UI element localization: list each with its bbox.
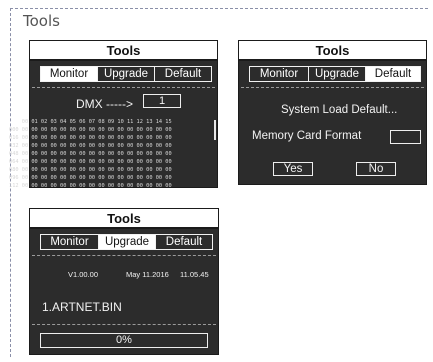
upgrade-panel: Tools Monitor Upgrade Default V1.00.00 M… [29, 208, 219, 355]
firmware-version: V1.00.00 [68, 270, 99, 279]
divider [241, 87, 424, 88]
divider [32, 324, 216, 325]
firmware-date: May 11.2016 [126, 270, 169, 279]
tab-monitor[interactable]: Monitor [250, 67, 309, 81]
tab-upgrade[interactable]: Upgrade [309, 67, 366, 81]
dmx-value-grid: 00 01 02 03 04 05 06 07 08 09 10 11 12 1… [9, 118, 172, 190]
grid-row: 032 00 00 00 00 00 00 00 00 00 00 00 00 … [9, 143, 172, 149]
panel-title: Tools [30, 209, 218, 229]
divider [32, 255, 216, 256]
upgrade-filename: 1.ARTNET.BIN [42, 300, 122, 314]
dmx-label: DMX -----> [76, 97, 133, 111]
tab-default[interactable]: Default [155, 67, 211, 81]
tab-bar: Monitor Upgrade Default [249, 66, 421, 82]
tab-monitor[interactable]: Monitor [41, 235, 99, 249]
tab-default[interactable]: Default [366, 67, 420, 81]
yes-button[interactable]: Yes [273, 162, 313, 176]
grid-header: 00 01 02 03 04 05 06 07 08 09 10 11 12 1… [9, 119, 172, 125]
tab-upgrade[interactable]: Upgrade [98, 67, 155, 81]
tab-bar: Monitor Upgrade Default [40, 66, 212, 82]
tab-default[interactable]: Default [156, 235, 212, 249]
grid-row: 064 00 00 00 00 00 00 00 00 00 00 00 00 … [9, 159, 172, 165]
divider [32, 87, 215, 88]
dmx-address-field[interactable]: 1 [143, 94, 181, 108]
tab-upgrade[interactable]: Upgrade [99, 235, 156, 249]
grid-row: 080 00 00 00 00 00 00 00 00 00 00 00 00 … [9, 167, 172, 173]
firmware-time: 11.05.45 [180, 270, 209, 279]
memory-card-field[interactable] [390, 130, 421, 144]
progress-label: 0% [116, 334, 132, 346]
load-default-message: System Load Default... [281, 104, 398, 116]
panel-title: Tools [239, 41, 426, 61]
grid-row: 000 00 00 00 00 00 00 00 00 00 00 00 00 … [9, 127, 172, 133]
tab-monitor[interactable]: Monitor [41, 67, 98, 81]
grid-row: 112 00 00 00 00 00 00 00 00 00 00 00 00 … [9, 183, 172, 189]
page-title: Tools [23, 12, 60, 30]
default-panel: Tools Monitor Upgrade Default System Loa… [238, 40, 427, 185]
grid-scrollbar[interactable] [214, 120, 216, 140]
grid-row: 016 00 00 00 00 00 00 00 00 00 00 00 00 … [9, 135, 172, 141]
no-button[interactable]: No [356, 162, 396, 176]
grid-row: 096 00 00 00 00 00 00 00 00 00 00 00 00 … [9, 175, 172, 181]
upgrade-progress-bar: 0% [40, 333, 208, 348]
memory-card-label: Memory Card Format [252, 130, 362, 142]
tab-bar: Monitor Upgrade Default [40, 234, 213, 250]
grid-row: 048 00 00 00 00 00 00 00 00 00 00 00 00 … [9, 151, 172, 157]
panel-title: Tools [30, 41, 217, 61]
